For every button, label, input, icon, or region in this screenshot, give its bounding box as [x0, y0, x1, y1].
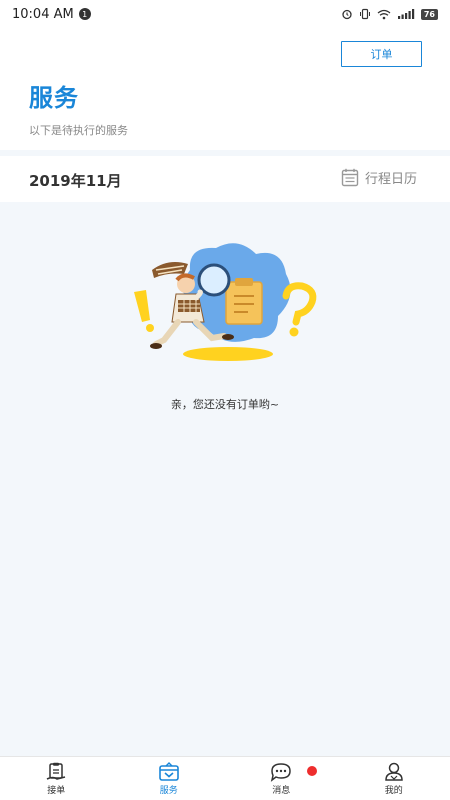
calendar-link-label: 行程日历 [365, 172, 418, 187]
service-box-icon [158, 761, 179, 781]
wifi-icon [377, 9, 391, 19]
status-time: 10:04 AM [12, 6, 74, 22]
user-icon [384, 762, 403, 781]
current-month: 2019年11月 [29, 172, 122, 190]
tab-label: 我的 [384, 785, 403, 796]
chat-bubble-icon [271, 762, 292, 782]
tab-label: 服务 [159, 785, 178, 796]
tab-service[interactable]: 服务 [113, 757, 226, 800]
page-title: 服务 [29, 84, 79, 112]
notification-count-badge: 1 [78, 8, 91, 20]
status-left: 10:04 AM 1 [12, 7, 91, 22]
alarm-icon [342, 9, 352, 20]
orders-button[interactable]: 订单 [341, 41, 422, 67]
tab-label: 接单 [47, 785, 66, 796]
empty-state-message: 亲，您还没有订单哟~ [170, 398, 280, 411]
bottom-tab-bar: 接单 服务 消息 我的 [0, 756, 450, 800]
battery-indicator: 76 [420, 8, 438, 20]
status-icons: 76 [341, 8, 438, 20]
calendar-icon [341, 168, 359, 187]
vibrate-icon [359, 8, 370, 20]
tab-messages[interactable]: 消息 [225, 757, 338, 800]
tab-accept-orders[interactable]: 接单 [0, 757, 113, 800]
month-bar: 2019年11月 行程日历 [0, 156, 450, 202]
signal-icon [397, 9, 415, 19]
unread-message-dot [307, 766, 317, 776]
tab-label: 消息 [272, 785, 291, 796]
status-bar: 10:04 AM 1 76 [0, 0, 450, 28]
empty-orders-illustration [134, 243, 317, 361]
schedule-calendar-link[interactable]: 行程日历 [341, 168, 417, 187]
page-subtitle: 以下是待执行的服务 [29, 124, 128, 137]
page-header: 订单 服务 以下是待执行的服务 [0, 28, 450, 150]
clipboard-hand-icon [46, 762, 66, 780]
tab-mine[interactable]: 我的 [338, 757, 450, 800]
